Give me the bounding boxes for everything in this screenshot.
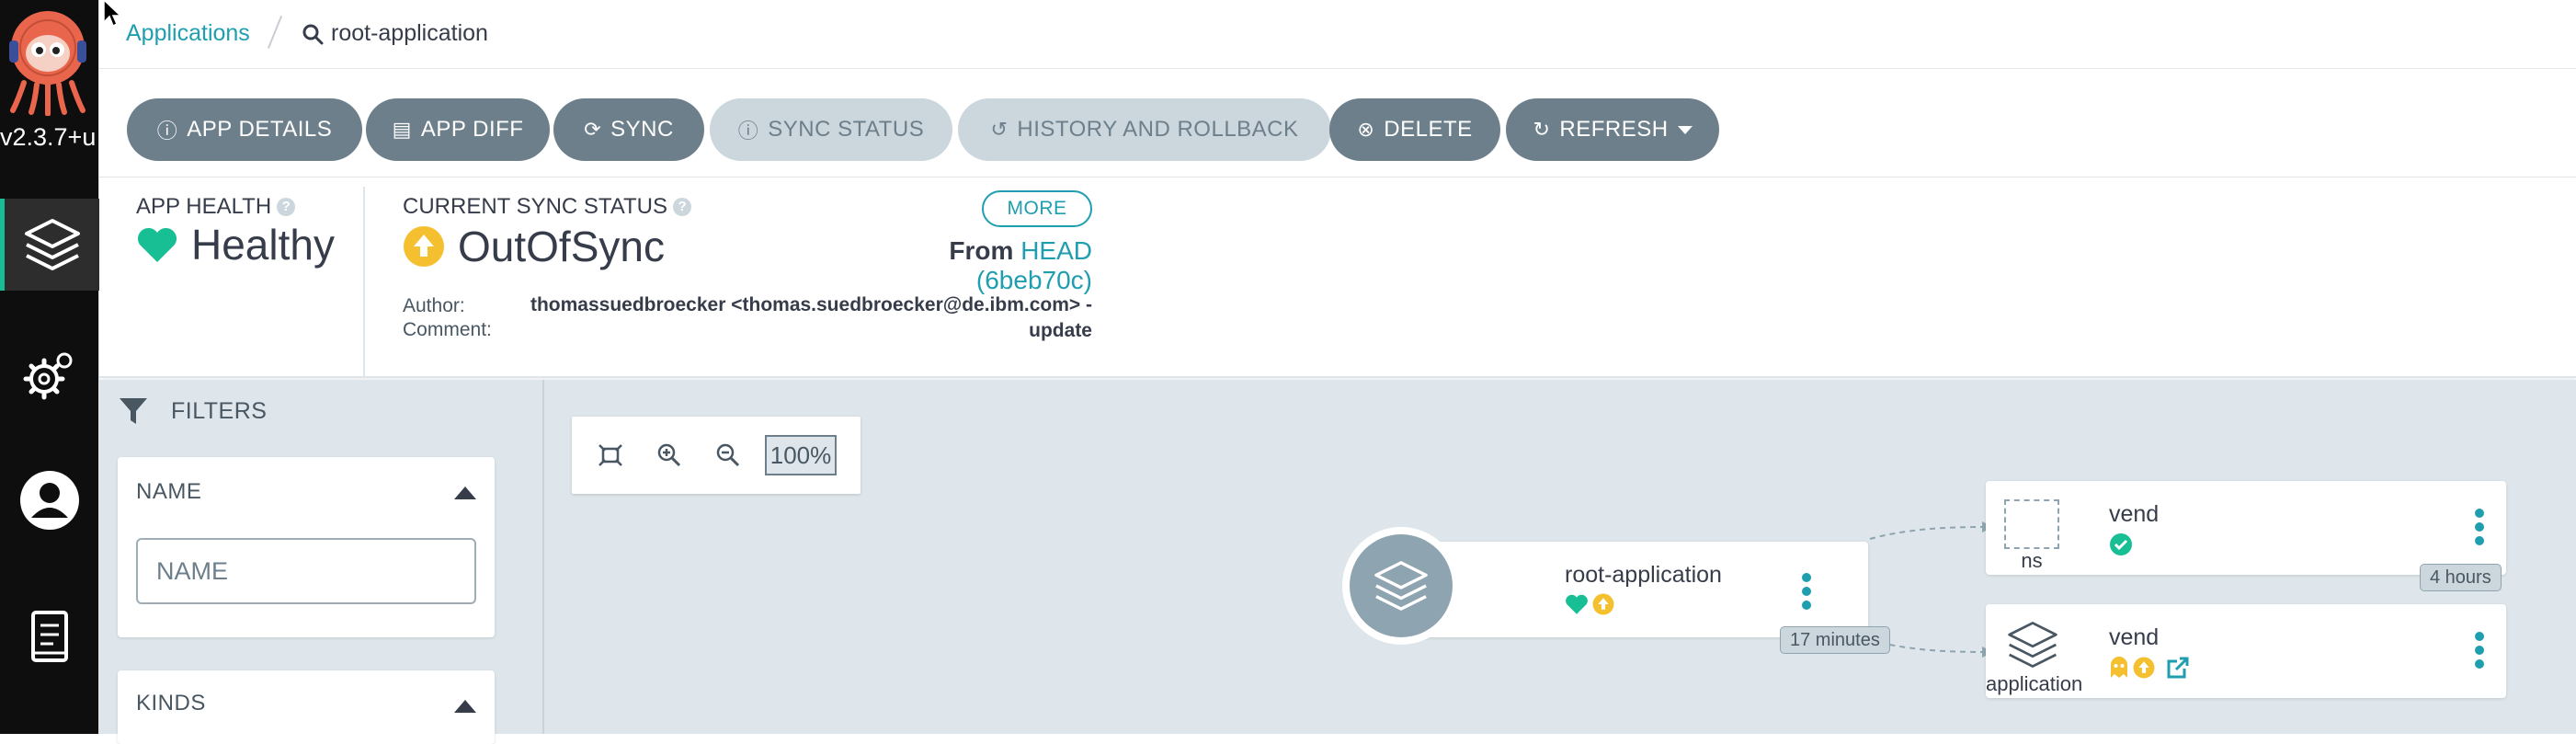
history-label: HISTORY AND ROLLBACK [1017, 117, 1299, 142]
layers-icon [24, 219, 80, 270]
docs-icon [31, 611, 68, 662]
sync-status-title: CURRENT SYNC STATUS [403, 194, 668, 219]
age-badge: 17 minutes [1780, 626, 1890, 654]
app-details-button[interactable]: ⓘ APP DETAILS [127, 98, 362, 161]
author-label: Author: [403, 295, 465, 316]
more-button[interactable]: MORE [982, 190, 1092, 227]
breadcrumb-current-label: root-application [331, 20, 488, 46]
app-health-heading: APP HEALTH ? [136, 194, 296, 220]
delete-button[interactable]: ⊗ DELETE [1329, 98, 1500, 161]
app-health-value: Healthy [191, 221, 335, 269]
layers-icon [1374, 561, 1428, 611]
node-menu-icon[interactable] [1802, 573, 1811, 610]
sync-status-value: OutOfSync [458, 223, 665, 270]
kinds-filter-title: KINDS [136, 691, 206, 715]
filter-icon [120, 398, 147, 424]
delete-icon: ⊗ [1357, 118, 1375, 141]
comment-value: update [1029, 320, 1092, 341]
application-node[interactable]: application vend [1986, 604, 2506, 698]
history-rollback-button[interactable]: ↺ HISTORY AND ROLLBACK [958, 98, 1331, 161]
node-name: root-application [1565, 562, 1722, 588]
external-link-icon[interactable] [2166, 656, 2190, 680]
info-icon: ⓘ [156, 120, 178, 143]
info-icon: ⓘ [737, 120, 759, 143]
heart-icon [137, 227, 177, 262]
search-icon [302, 24, 324, 44]
node-kind: application [1986, 672, 2083, 695]
sync-icon: ⟳ [584, 118, 602, 141]
name-filter: NAME [118, 457, 495, 637]
refresh-icon: ↻ [1533, 118, 1551, 141]
app-details-label: APP DETAILS [187, 117, 333, 142]
synced-check-icon [2110, 533, 2132, 555]
breadcrumb-applications-link[interactable]: Applications [126, 20, 250, 47]
refresh-button[interactable]: ↻ REFRESH [1506, 98, 1719, 161]
app-diff-button[interactable]: ▤ APP DIFF [366, 98, 550, 161]
kinds-filter: KINDS [118, 670, 495, 744]
app-health-label: APP HEALTH [136, 194, 272, 219]
author-value: thomassuedbroecker <thomas.suedbroecker@… [530, 294, 1092, 315]
delete-label: DELETE [1384, 117, 1473, 142]
file-icon: ▤ [392, 118, 412, 141]
age-badge: 4 hours [2420, 564, 2502, 591]
collapse-caret-icon[interactable] [454, 700, 476, 713]
resource-tree-canvas[interactable]: 100% root-application 17 minutes ns vend [542, 380, 2576, 734]
sync-source: From HEAD (6beb70c) [835, 236, 1092, 295]
node-status-icons [1565, 593, 1614, 615]
sync-status-label: SYNC STATUS [768, 117, 925, 142]
app-health-status: Healthy [136, 220, 335, 269]
sidebar: v2.3.7+u [0, 0, 99, 734]
user-icon [20, 471, 79, 530]
node-status-icons [2109, 656, 2190, 680]
caret-down-icon [1677, 125, 1693, 134]
gear-icon [23, 352, 73, 400]
namespace-icon [2004, 499, 2059, 549]
missing-ghost-icon [2111, 657, 2127, 678]
namespace-node[interactable]: ns vend [1986, 481, 2506, 575]
breadcrumb-current: root-application [302, 20, 488, 47]
sync-label: SYNC [610, 117, 674, 142]
name-filter-title: NAME [136, 479, 202, 504]
filters-title: FILTERS [171, 397, 268, 424]
heart-icon [1566, 594, 1588, 614]
from-label: From [949, 236, 1014, 265]
version-label: v2.3.7+u [0, 123, 97, 151]
history-icon: ↺ [990, 118, 1009, 141]
comment-label: Comment: [403, 319, 492, 340]
sync-button[interactable]: ⟳ SYNC [553, 98, 704, 161]
outofsync-icon [2133, 657, 2155, 679]
breadcrumb-separator [267, 16, 283, 49]
node-kind: ns [2021, 549, 2043, 572]
sidebar-item-docs[interactable] [0, 590, 99, 682]
outofsync-icon [404, 226, 444, 267]
help-icon[interactable]: ? [673, 198, 692, 216]
action-bar: ⓘ APP DETAILS ▤ APP DIFF ⟳ SYNC ⓘ SYNC S… [99, 69, 2576, 177]
outofsync-icon [1592, 593, 1614, 615]
sidebar-item-user[interactable] [0, 454, 99, 546]
filters-panel: FILTERS NAME KINDS [99, 380, 542, 744]
filters-header: FILTERS [118, 396, 267, 426]
root-application-node[interactable]: root-application [1399, 542, 1868, 637]
app-summary: APP HEALTH ? Healthy CURRENT SYNC STATUS… [99, 177, 2576, 378]
layers-icon [2008, 622, 2057, 668]
collapse-caret-icon[interactable] [454, 486, 476, 499]
help-icon[interactable]: ? [277, 198, 296, 216]
sidebar-item-applications[interactable] [0, 199, 99, 291]
node-name: vend [2109, 624, 2160, 650]
root-application-node-icon-wrapper [1342, 527, 1460, 645]
argo-logo[interactable] [4, 7, 92, 117]
sync-status-value-row: OutOfSync [403, 222, 665, 271]
top-bar: Applications root-application [99, 0, 2576, 69]
node-menu-icon[interactable] [2475, 632, 2484, 669]
sync-status-heading: CURRENT SYNC STATUS ? [403, 194, 692, 220]
app-diff-label: APP DIFF [420, 117, 524, 142]
mouse-cursor-icon [103, 0, 122, 28]
sync-status-button[interactable]: ⓘ SYNC STATUS [710, 98, 952, 161]
summary-divider [363, 187, 365, 376]
node-name: vend [2109, 501, 2160, 527]
name-filter-input[interactable] [136, 538, 476, 604]
node-menu-icon[interactable] [2475, 509, 2484, 545]
refresh-label: REFRESH [1559, 117, 1669, 142]
sidebar-item-settings[interactable] [0, 329, 99, 421]
